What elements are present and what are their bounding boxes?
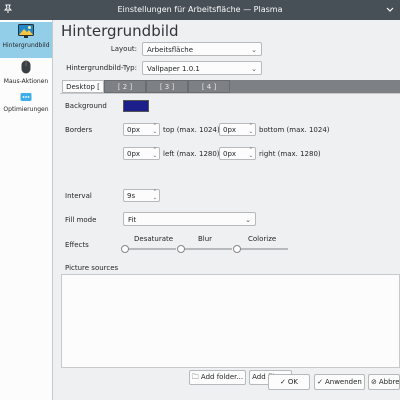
- border-top-label: top (max. 1024): [163, 126, 220, 134]
- blur-label: Blur: [198, 235, 213, 243]
- layout-value: Arbeitsfläche: [147, 46, 194, 54]
- colorize-label: Colorize: [248, 235, 277, 243]
- wallpaper-type-label: Hintergrundbild-Typ:: [66, 64, 137, 72]
- desaturate-slider-handle[interactable]: [121, 245, 129, 253]
- border-left-label: left (max. 1280): [163, 150, 220, 158]
- background-color-button[interactable]: [123, 100, 149, 112]
- check-icon: ✓: [280, 378, 286, 386]
- chevron-down-icon: ⌄: [245, 216, 251, 224]
- chevron-down-icon: ⌄: [251, 65, 257, 73]
- tab-desktop-2[interactable]: [ 2 ]: [104, 80, 146, 93]
- spin-arrows-icon[interactable]: ⌃ ⌄: [153, 147, 157, 159]
- tab-desktop-3[interactable]: [ 3 ]: [146, 80, 188, 93]
- border-right-value: 0px: [223, 150, 237, 158]
- border-bottom-label: bottom (max. 1024): [259, 126, 330, 134]
- category-sidebar: Hintergrundbild Maus-Aktionen Optimierun…: [0, 20, 53, 400]
- background-label: Background: [65, 102, 107, 110]
- page-title: Hintergrundbild: [61, 22, 179, 40]
- check-icon: ✓: [317, 378, 323, 386]
- fill-mode-combo[interactable]: Fit ⌄: [123, 212, 256, 226]
- picture-sources-list[interactable]: [61, 274, 400, 368]
- sidebar-item-maus-aktionen[interactable]: Maus-Aktionen: [0, 60, 52, 90]
- spin-arrows-icon[interactable]: ⌃ ⌄: [249, 123, 253, 135]
- border-right-spinbox[interactable]: 0px ⌃ ⌄: [219, 147, 256, 160]
- border-bottom-spinbox[interactable]: 0px ⌃ ⌄: [219, 123, 256, 136]
- desaturate-slider[interactable]: [122, 248, 176, 250]
- interval-value: 9s: [127, 192, 136, 200]
- border-top-spinbox[interactable]: 0px ⌃ ⌄: [123, 123, 160, 136]
- apply-button[interactable]: ✓ Anwenden: [314, 374, 365, 390]
- interval-spinbox[interactable]: 9s ⌃ ⌄: [123, 189, 160, 202]
- wallpaper-type-value: Vallpaper 1.0.1: [147, 65, 200, 73]
- folder-icon: 🗀: [191, 373, 199, 381]
- cancel-button[interactable]: ⊘Abbrechen: [368, 374, 400, 390]
- border-right-label: right (max. 1280): [259, 150, 321, 158]
- add-folder-button[interactable]: 🗀 Add folder...: [189, 370, 246, 385]
- colorize-slider-handle[interactable]: [233, 245, 241, 253]
- blur-slider-handle[interactable]: [177, 245, 185, 253]
- effects-label: Effects: [65, 241, 89, 249]
- tab-desktop-1[interactable]: Desktop [ 1 ]: [62, 80, 104, 104]
- sidebar-item-label: Optimierungen: [3, 106, 49, 113]
- picture-sources-label: Picture sources: [65, 264, 119, 272]
- tab-bar-filler: [230, 80, 400, 93]
- wallpaper-icon: [0, 24, 52, 40]
- fill-mode-value: Fit: [128, 216, 137, 224]
- desaturate-label: Desaturate: [134, 235, 174, 243]
- tab-desktop-4[interactable]: [ 4 ]: [188, 80, 230, 93]
- border-left-value: 0px: [127, 150, 141, 158]
- border-bottom-value: 0px: [223, 126, 237, 134]
- main-content: Hintergrundbild Layout: Arbeitsfläche ⌄ …: [53, 20, 400, 400]
- chevron-down-icon: ⌄: [251, 46, 257, 54]
- add-folder-label: Add folder...: [200, 373, 244, 381]
- spin-arrows-icon[interactable]: ⌃ ⌄: [249, 147, 253, 159]
- sidebar-item-label: Maus-Aktionen: [3, 78, 49, 85]
- minimize-icon[interactable]: [386, 5, 394, 15]
- border-left-spinbox[interactable]: 0px ⌃ ⌄: [123, 147, 160, 160]
- fill-mode-label: Fill mode: [65, 216, 97, 224]
- window-titlebar: Einstellungen für Arbeitsfläche — Plasma: [0, 0, 400, 20]
- cancel-icon: ⊘: [371, 378, 377, 386]
- ok-button[interactable]: ✓ OK: [268, 374, 310, 390]
- layout-combo[interactable]: Arbeitsfläche ⌄: [142, 42, 262, 56]
- sidebar-item-hintergrundbild[interactable]: Hintergrundbild: [0, 22, 52, 58]
- sidebar-item-optimierungen[interactable]: Optimierungen: [0, 92, 52, 122]
- interval-label: Interval: [65, 192, 92, 200]
- blur-slider[interactable]: [178, 248, 232, 250]
- cancel-label: Abbrechen: [378, 378, 400, 386]
- wallpaper-type-combo[interactable]: Vallpaper 1.0.1 ⌄: [142, 61, 262, 75]
- spin-arrows-icon[interactable]: ⌃ ⌄: [153, 123, 157, 135]
- window-title: Einstellungen für Arbeitsfläche — Plasma: [117, 5, 283, 14]
- spin-arrows-icon[interactable]: ⌃ ⌄: [153, 189, 157, 201]
- sidebar-item-label: Hintergrundbild: [2, 42, 50, 49]
- mouse-icon: [0, 60, 52, 76]
- ok-label: OK: [287, 378, 298, 386]
- borders-label: Borders: [65, 126, 93, 134]
- colorize-slider[interactable]: [234, 248, 288, 250]
- layout-label: Layout:: [110, 45, 137, 53]
- border-top-value: 0px: [127, 126, 141, 134]
- dots-icon: [0, 92, 52, 104]
- wallpaper-config-panel: Background Borders 0px ⌃ ⌄ top (max. 1024…: [60, 93, 400, 389]
- apply-label: Anwenden: [324, 378, 362, 386]
